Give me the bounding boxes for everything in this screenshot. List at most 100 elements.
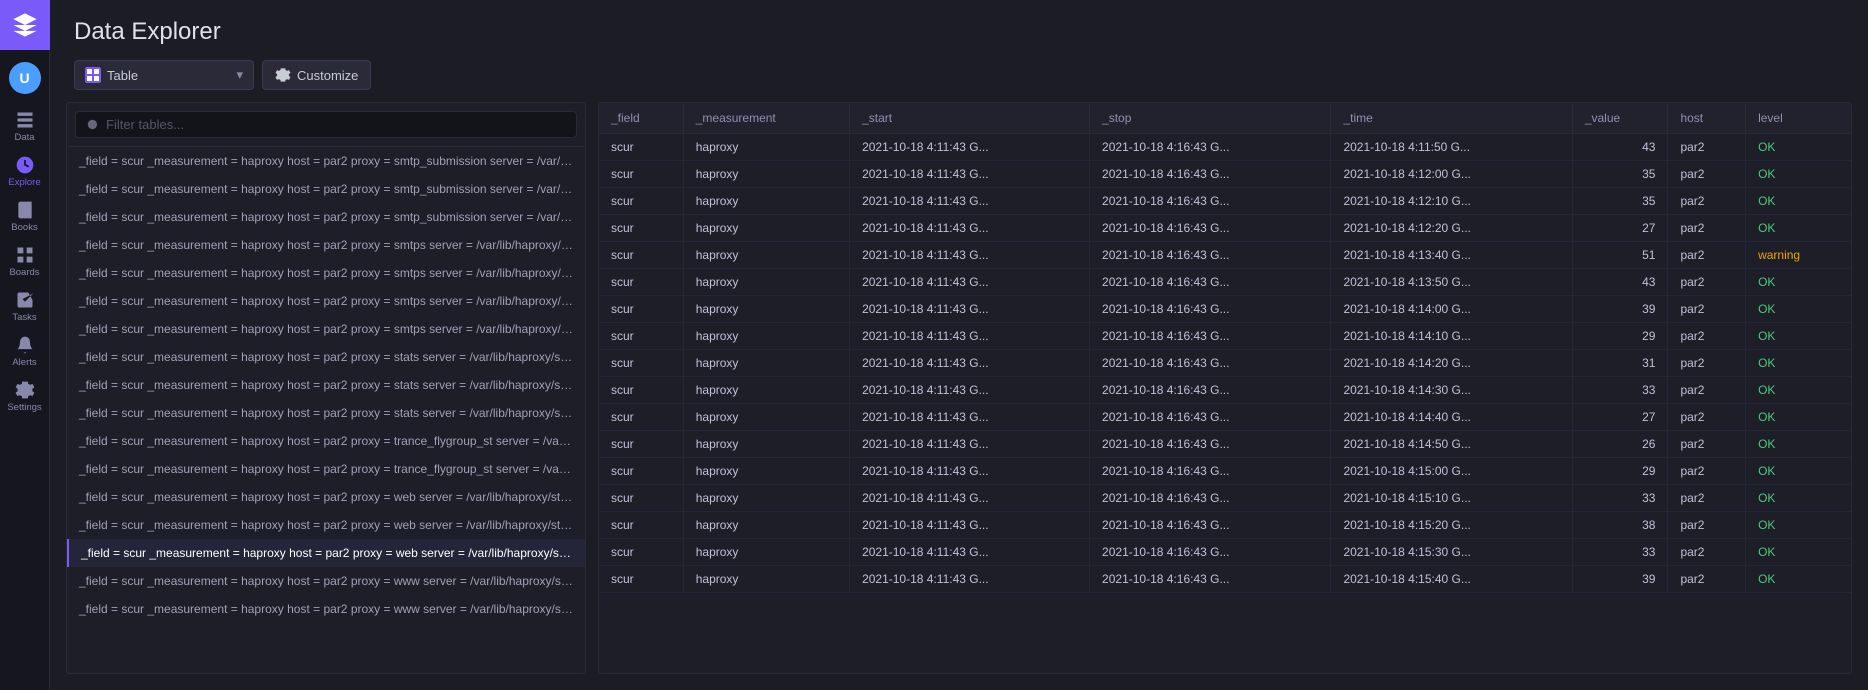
cell-value: 26: [1572, 431, 1668, 458]
cell-start: 2021-10-18 4:11:43 G...: [850, 323, 1090, 350]
cell-stop: 2021-10-18 4:16:43 G...: [1090, 296, 1331, 323]
sidebar-item-explore[interactable]: Explore: [0, 147, 49, 192]
cell-start: 2021-10-18 4:11:43 G...: [850, 296, 1090, 323]
cell-host: par2: [1668, 431, 1746, 458]
table-list-item[interactable]: _field = scur _measurement = haproxy hos…: [67, 455, 585, 483]
cell-host: par2: [1668, 377, 1746, 404]
cell-measurement: haproxy: [683, 296, 849, 323]
cell-time: 2021-10-18 4:15:00 G...: [1331, 458, 1572, 485]
cell-field: scur: [599, 431, 683, 458]
cell-field: scur: [599, 188, 683, 215]
table-list-item[interactable]: _field = scur _measurement = haproxy hos…: [67, 595, 585, 623]
table-list-item[interactable]: _field = scur _measurement = haproxy hos…: [67, 567, 585, 595]
cell-stop: 2021-10-18 4:16:43 G...: [1090, 161, 1331, 188]
cell-field: scur: [599, 539, 683, 566]
sidebar-item-data[interactable]: Data: [0, 102, 49, 147]
cell-level: OK: [1746, 350, 1851, 377]
cell-value: 27: [1572, 404, 1668, 431]
table-row: scurhaproxy2021-10-18 4:11:43 G...2021-1…: [599, 134, 1851, 161]
cell-start: 2021-10-18 4:11:43 G...: [850, 134, 1090, 161]
cell-measurement: haproxy: [683, 323, 849, 350]
table-list-item[interactable]: _field = scur _measurement = haproxy hos…: [67, 399, 585, 427]
table-row: scurhaproxy2021-10-18 4:11:43 G...2021-1…: [599, 485, 1851, 512]
table-list-item[interactable]: _field = scur _measurement = haproxy hos…: [67, 259, 585, 287]
page-title: Data Explorer: [74, 18, 1844, 46]
cell-stop: 2021-10-18 4:16:43 G...: [1090, 431, 1331, 458]
cell-stop: 2021-10-18 4:16:43 G...: [1090, 485, 1331, 512]
chevron-down-icon: ▾: [236, 67, 243, 83]
table-list-item[interactable]: _field = scur _measurement = haproxy hos…: [67, 371, 585, 399]
app-logo[interactable]: [0, 0, 50, 50]
table-row: scurhaproxy2021-10-18 4:11:43 G... 2021-1…: [599, 323, 1851, 350]
cell-field: scur: [599, 566, 683, 593]
sidebar-nav: Data Explore Books Boards Tasks Alerts S…: [0, 102, 49, 690]
cell-field: scur: [599, 323, 683, 350]
customize-button[interactable]: Customize: [262, 60, 371, 90]
table-list-item[interactable]: _field = scur _measurement = haproxy hos…: [67, 175, 585, 203]
cell-value: 35: [1572, 188, 1668, 215]
cell-start: 2021-10-18 4:11:43 G...: [850, 188, 1090, 215]
cell-time: 2021-10-18 4:12:00 G...: [1331, 161, 1572, 188]
cell-value: 35: [1572, 161, 1668, 188]
column-header-value: _value: [1572, 103, 1668, 134]
cell-level: OK: [1746, 512, 1851, 539]
table-row: scurhaproxy2021-10-18 4:11:43 G...2021-1…: [599, 215, 1851, 242]
cell-value: 43: [1572, 269, 1668, 296]
table-list-item[interactable]: _field = scur _measurement = haproxy hos…: [67, 539, 585, 567]
table-list-item[interactable]: _field = scur _measurement = haproxy hos…: [67, 147, 585, 175]
cell-host: par2: [1668, 404, 1746, 431]
cell-time: 2021-10-18 4:15:40 G...: [1331, 566, 1572, 593]
sidebar-item-tasks[interactable]: Tasks: [0, 282, 49, 327]
column-header-level: level: [1746, 103, 1851, 134]
cell-measurement: haproxy: [683, 404, 849, 431]
sidebar-item-books[interactable]: Books: [0, 192, 49, 237]
user-avatar[interactable]: U: [9, 62, 41, 94]
cell-start: 2021-10-18 4:11:43 G...: [850, 512, 1090, 539]
table-list-item[interactable]: _field = scur _measurement = haproxy hos…: [67, 287, 585, 315]
cell-host: par2: [1668, 134, 1746, 161]
cell-value: 33: [1572, 485, 1668, 512]
cell-level: OK: [1746, 269, 1851, 296]
sidebar-label-explore: Explore: [8, 177, 40, 188]
cell-level: OK: [1746, 215, 1851, 242]
cell-level: OK: [1746, 188, 1851, 215]
table-list-item[interactable]: _field = scur _measurement = haproxy hos…: [67, 511, 585, 539]
table-list-item[interactable]: _field = scur _measurement = haproxy hos…: [67, 231, 585, 259]
table-list-item[interactable]: _field = scur _measurement = haproxy hos…: [67, 427, 585, 455]
cell-measurement: haproxy: [683, 485, 849, 512]
cell-field: scur: [599, 269, 683, 296]
table-row: scurhaproxy2021-10-18 4:11:43 G...2021-1…: [599, 377, 1851, 404]
table-list-item[interactable]: _field = scur _measurement = haproxy hos…: [67, 343, 585, 371]
table-row: scurhaproxy2021-10-18 4:11:43 G...2021-1…: [599, 188, 1851, 215]
table-row: scurhaproxy2021-10-18 4:11:43 G...2021-1…: [599, 458, 1851, 485]
sidebar-label-data: Data: [14, 132, 34, 143]
table-list-item[interactable]: _field = scur _measurement = haproxy hos…: [67, 483, 585, 511]
column-header-start: _start: [850, 103, 1090, 134]
sidebar-item-boards[interactable]: Boards: [0, 237, 49, 282]
cell-field: scur: [599, 512, 683, 539]
view-type-dropdown[interactable]: Table ▾: [74, 60, 254, 90]
cell-host: par2: [1668, 188, 1746, 215]
cell-stop: 2021-10-18 4:16:43 G...: [1090, 404, 1331, 431]
cell-field: scur: [599, 404, 683, 431]
cell-value: 29: [1572, 323, 1668, 350]
cell-host: par2: [1668, 215, 1746, 242]
sidebar-item-settings[interactable]: Settings: [0, 372, 49, 417]
cell-time: 2021-10-18 4:14:00 G...: [1331, 296, 1572, 323]
cell-stop: 2021-10-18 4:16:43 G...: [1090, 188, 1331, 215]
tables-search-area: [67, 103, 585, 147]
cell-level: OK: [1746, 134, 1851, 161]
cell-value: 39: [1572, 566, 1668, 593]
cell-start: 2021-10-18 4:11:43 G...: [850, 566, 1090, 593]
table-list-item[interactable]: _field = scur _measurement = haproxy hos…: [67, 315, 585, 343]
cell-stop: 2021-10-18 4:16:43 G...: [1090, 242, 1331, 269]
table-list-item[interactable]: _field = scur _measurement = haproxy hos…: [67, 203, 585, 231]
search-input[interactable]: [106, 117, 566, 132]
table-row: scurhaproxy2021-10-18 4:11:43 G...2021-1…: [599, 512, 1851, 539]
cell-time: 2021-10-18 4:14:10 G...: [1331, 323, 1572, 350]
cell-measurement: haproxy: [683, 161, 849, 188]
cell-start: 2021-10-18 4:11:43 G...: [850, 377, 1090, 404]
sidebar-item-alerts[interactable]: Alerts: [0, 327, 49, 372]
table-row: scurhaproxy2021-10-18 4:11:43 G...2021-1…: [599, 566, 1851, 593]
cell-value: 27: [1572, 215, 1668, 242]
